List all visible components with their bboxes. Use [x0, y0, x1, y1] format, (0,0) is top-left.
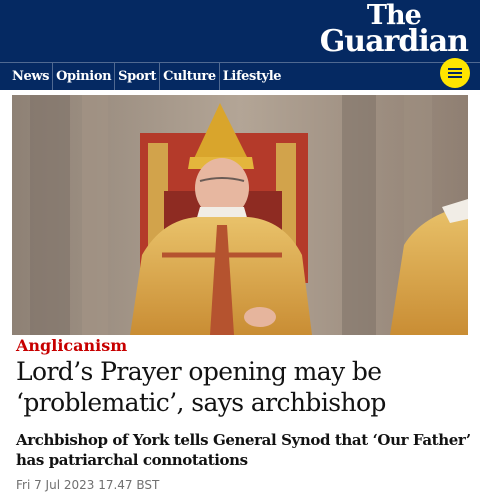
hamburger-line	[448, 72, 462, 74]
archbishop-photo-illustration	[12, 95, 468, 335]
masthead: The Guardian	[0, 0, 480, 62]
logo-line-2: Guardian	[319, 24, 469, 59]
main-nav: News Opinion Sport Culture Lifestyle	[0, 62, 480, 90]
article-headline[interactable]: Lord’s Prayer opening may be ‘problemati…	[16, 356, 468, 418]
hamburger-menu-icon	[448, 68, 462, 70]
article-dateline: Fri 7 Jul 2023 17.47 BST	[16, 478, 160, 492]
nav-item-sport[interactable]: Sport	[115, 63, 161, 90]
nav-item-culture[interactable]: Culture	[160, 63, 220, 90]
hamburger-line	[448, 76, 462, 78]
nav-item-news[interactable]: News	[12, 63, 54, 90]
guardian-logo[interactable]: The Guardian	[319, 2, 469, 59]
article-photo[interactable]	[12, 95, 468, 335]
nav-item-lifestyle[interactable]: Lifestyle	[220, 63, 284, 90]
article-standfirst: Archbishop of York tells General Synod t…	[16, 431, 471, 469]
nav-item-opinion[interactable]: Opinion	[53, 63, 116, 90]
menu-button[interactable]	[440, 58, 470, 88]
section-kicker[interactable]: Anglicanism	[16, 336, 127, 355]
